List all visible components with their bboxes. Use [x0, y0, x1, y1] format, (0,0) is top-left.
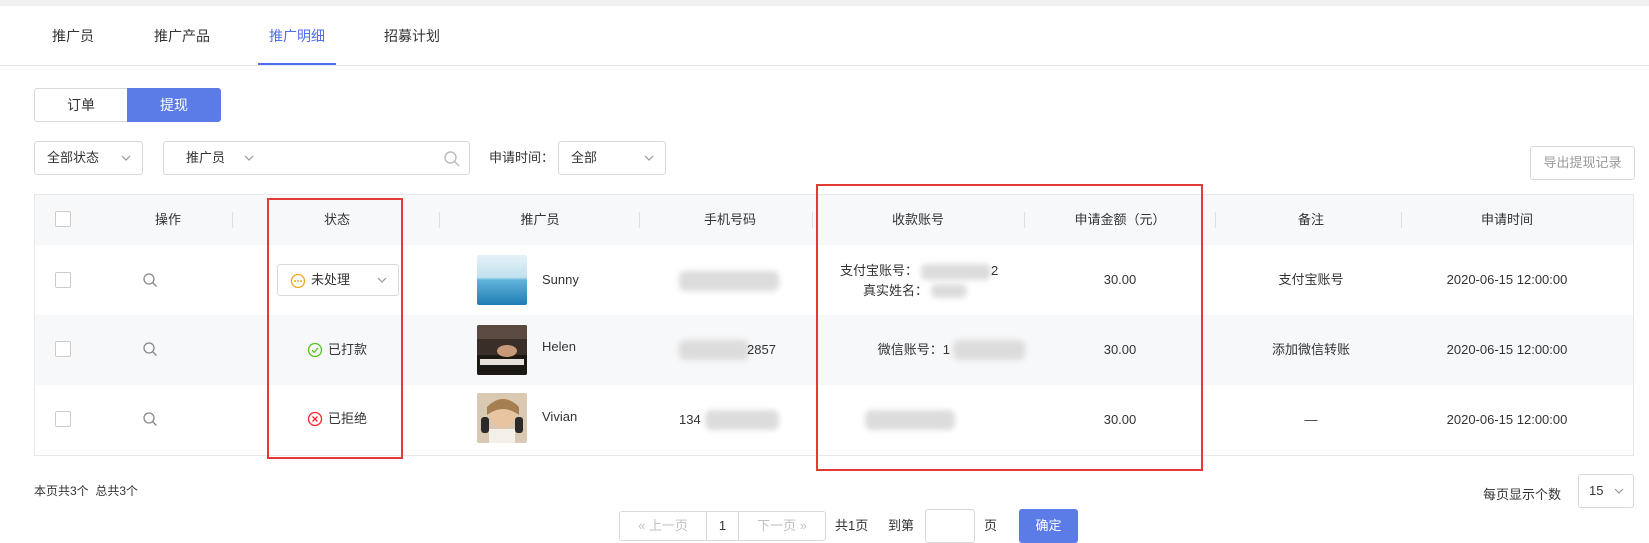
- remark: 支付宝账号: [1278, 272, 1344, 287]
- double-chevron-left-icon: «: [638, 518, 646, 533]
- export-withdraw-button[interactable]: 导出提现记录: [1530, 146, 1635, 180]
- prev-page-label: 上一页: [648, 518, 688, 533]
- segment-order[interactable]: 订单: [34, 88, 127, 122]
- header-divider: [812, 212, 813, 228]
- remark: 添加微信转账: [1271, 342, 1350, 357]
- per-page-value: 15: [1589, 483, 1604, 498]
- chevron-down-icon: [121, 155, 131, 161]
- avatar: [477, 255, 527, 305]
- goto-label: 到第: [888, 518, 915, 533]
- double-chevron-right-icon: »: [799, 518, 807, 533]
- next-page-label: 下一页: [757, 518, 797, 533]
- status-column-highlight: [267, 198, 403, 459]
- avatar: [477, 325, 527, 375]
- header-remark: 备注: [1297, 212, 1324, 227]
- next-page-button[interactable]: 下一页 »: [738, 511, 826, 541]
- segment-withdraw[interactable]: 提现: [127, 88, 221, 122]
- phone-masked: [679, 340, 749, 360]
- apply-time: 2020-06-15 12:00:00: [1446, 272, 1568, 287]
- promoter-name: Sunny: [542, 272, 579, 287]
- header-time: 申请时间: [1480, 212, 1533, 227]
- row-checkbox[interactable]: [55, 411, 71, 427]
- page-summary: 本页共3个 总共3个: [34, 484, 139, 498]
- status-filter-value: 全部状态: [47, 150, 100, 165]
- apply-time: 2020-06-15 12:00:00: [1446, 412, 1568, 427]
- header-action: 操作: [154, 212, 181, 227]
- phone-suffix: 2857: [747, 342, 776, 357]
- promoter-name: Vivian: [542, 409, 578, 424]
- row-checkbox[interactable]: [55, 272, 71, 288]
- chevron-down-icon: [644, 155, 654, 161]
- view-icon[interactable]: [142, 411, 158, 427]
- status-filter-select[interactable]: 全部状态: [34, 141, 143, 175]
- row-checkbox[interactable]: [55, 341, 71, 357]
- phone-masked: [679, 271, 779, 291]
- header-divider: [232, 212, 233, 228]
- time-filter-value: 全部: [571, 150, 598, 165]
- view-icon[interactable]: [142, 272, 158, 288]
- select-all-checkbox[interactable]: [55, 211, 71, 227]
- avatar: [477, 393, 527, 443]
- header-phone: 手机号码: [703, 212, 756, 227]
- header-promoter: 推广员: [520, 212, 560, 227]
- chevron-down-icon: [1614, 488, 1624, 494]
- prev-page-button[interactable]: « 上一页: [619, 511, 707, 541]
- chevron-down-icon: [244, 155, 254, 161]
- remark: —: [1304, 412, 1318, 427]
- per-page-select[interactable]: 15: [1578, 474, 1634, 508]
- search-field-value: 推广员: [186, 150, 226, 165]
- per-page-label: 每页显示个数: [1483, 487, 1562, 502]
- tab-details[interactable]: 推广明细: [258, 6, 336, 66]
- tab-promoters[interactable]: 推广员: [34, 6, 112, 66]
- page: 推广员 推广产品 推广明细 招募计划 订单 提现 全部状态 推广员 申请时间： …: [0, 6, 1649, 543]
- tab-recruitment[interactable]: 招募计划: [373, 6, 451, 66]
- tab-products[interactable]: 推广产品: [143, 6, 221, 66]
- header-divider: [639, 212, 640, 228]
- search-field-select[interactable]: 推广员: [163, 141, 266, 175]
- confirm-button[interactable]: 确定: [1019, 509, 1078, 543]
- time-filter-label: 申请时间：: [489, 150, 555, 165]
- tab-bar: 推广员 推广产品 推广明细 招募计划: [0, 6, 1649, 66]
- header-divider: [1401, 212, 1402, 228]
- header-divider: [439, 212, 440, 228]
- account-column-highlight: [816, 184, 1203, 471]
- search-icon[interactable]: [443, 150, 461, 168]
- total-pages: 共1页: [835, 518, 869, 533]
- search-input[interactable]: [265, 141, 470, 175]
- phone-masked: [705, 410, 779, 430]
- header-divider: [1215, 212, 1216, 228]
- time-filter-select[interactable]: 全部: [558, 141, 666, 175]
- apply-time: 2020-06-15 12:00:00: [1446, 342, 1568, 357]
- active-tab-indicator: [258, 63, 336, 65]
- promoter-name: Helen: [542, 339, 576, 354]
- goto-page-input[interactable]: [925, 509, 975, 543]
- page-unit-label: 页: [984, 518, 998, 533]
- view-icon[interactable]: [142, 341, 158, 357]
- page-number-1[interactable]: 1: [706, 511, 739, 541]
